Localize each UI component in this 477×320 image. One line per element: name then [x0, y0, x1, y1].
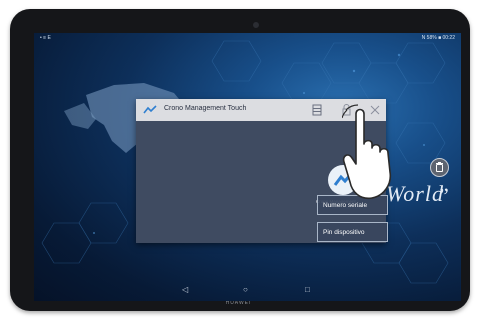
crono-logo-icon — [143, 105, 157, 114]
status-right: N 58% ■ 00:22 — [421, 35, 455, 41]
trash-button[interactable] — [430, 158, 449, 177]
back-nav-icon[interactable]: ◁ — [182, 285, 188, 294]
trash-icon — [436, 162, 443, 172]
status-left: • ≡ E — [40, 35, 51, 41]
front-camera — [253, 22, 259, 28]
status-bar: • ≡ E N 58% ■ 00:22 — [34, 33, 461, 43]
recents-nav-icon[interactable]: □ — [305, 285, 310, 294]
tapping-hand-icon — [342, 104, 392, 200]
navigation-bar: ◁ ○ □ — [34, 281, 461, 301]
device-pin-button[interactable]: Pin dispositivo — [317, 222, 388, 242]
server-icon[interactable] — [312, 104, 322, 116]
home-nav-icon[interactable]: ○ — [243, 285, 248, 294]
dialog-title: Crono Management Touch — [164, 105, 247, 112]
background-quote-mark: ” — [439, 183, 449, 208]
